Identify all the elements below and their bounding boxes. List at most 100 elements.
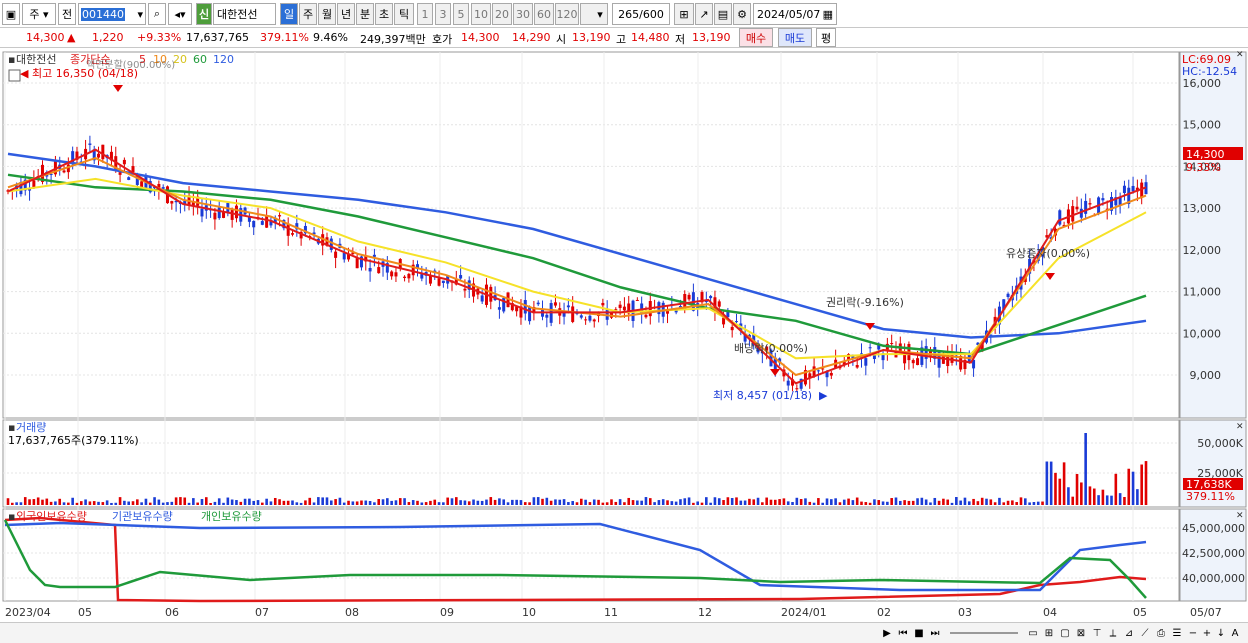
eval-button[interactable]: 평 <box>816 28 836 47</box>
interval-1[interactable]: 1 <box>417 3 433 25</box>
candle-body <box>489 286 493 302</box>
table-icon[interactable] <box>8 69 21 82</box>
volume-bar <box>890 498 893 505</box>
candle-body <box>355 258 359 269</box>
price-close-icon[interactable]: ✕ <box>1236 50 1244 60</box>
speaker-icon[interactable]: ◂▾ <box>168 3 192 25</box>
chart-tools-icon[interactable]: ⊞ <box>674 3 694 25</box>
volume-close-icon[interactable]: ✕ <box>1236 422 1244 432</box>
print-icon[interactable]: ⎙ <box>1154 626 1168 640</box>
code-input[interactable]: 001440 ▾ <box>78 3 146 25</box>
interval-5[interactable]: 5 <box>453 3 469 25</box>
candle-body <box>1075 206 1079 210</box>
volume-bar <box>166 502 169 505</box>
volume-bar <box>58 498 62 505</box>
period-second[interactable]: 초 <box>375 3 393 25</box>
volume-bar <box>222 502 225 505</box>
candle-body <box>868 347 872 349</box>
last-icon[interactable]: ⏭ <box>928 626 942 640</box>
measure-icon[interactable]: ⟂ <box>1106 626 1120 640</box>
zoom-slider[interactable] <box>950 632 1018 634</box>
market-select[interactable]: 주 ▾ <box>22 3 56 25</box>
layout-icon[interactable]: ▭ <box>1026 626 1040 640</box>
volume-bar <box>209 502 212 505</box>
period-day[interactable]: 일 <box>280 3 298 25</box>
volume-bar <box>437 502 441 505</box>
candle-body <box>252 220 256 228</box>
price-axis <box>1179 51 1247 419</box>
volume-bar <box>41 499 44 505</box>
volume-bar <box>67 502 70 505</box>
volume-bar <box>804 498 807 505</box>
search-icon[interactable]: ⌕ <box>148 3 166 25</box>
window-icon[interactable]: ▣ <box>2 3 20 25</box>
volume-bar <box>312 502 316 505</box>
interval-10[interactable]: 10 <box>471 3 491 25</box>
volume-bar <box>368 501 372 505</box>
buy-button[interactable]: 매수 <box>739 28 773 47</box>
font-size-icon[interactable]: A <box>1228 626 1242 640</box>
gear-icon[interactable]: ⚙ <box>733 3 751 25</box>
interval-3[interactable]: 3 <box>435 3 451 25</box>
candle-body <box>403 276 407 278</box>
zoom-in-icon[interactable]: + <box>1200 626 1214 640</box>
period-minute[interactable]: 분 <box>356 3 374 25</box>
candle-body <box>911 360 915 364</box>
volume-bar <box>756 497 760 505</box>
interval-20[interactable]: 20 <box>492 3 512 25</box>
period-month[interactable]: 월 <box>318 3 336 25</box>
volume-bar <box>1058 478 1062 505</box>
draw-icon[interactable]: ↗ <box>695 3 713 25</box>
volume-bar <box>528 502 531 505</box>
arrow-down-icon[interactable]: ↓ <box>1214 626 1228 640</box>
volume-bar <box>592 499 596 505</box>
volume-bar <box>782 498 786 505</box>
interval-dropdown[interactable]: ▾ <box>580 3 608 25</box>
volume-bar <box>907 500 911 505</box>
grid-icon[interactable]: ⊞ <box>1042 626 1056 640</box>
list-icon[interactable]: ☰ <box>1170 626 1184 640</box>
save-icon[interactable]: ▤ <box>714 3 732 25</box>
volume-bar <box>1002 502 1006 505</box>
interval-30[interactable]: 30 <box>513 3 533 25</box>
volume-bar <box>1105 495 1109 505</box>
date-field[interactable]: 2024/05/07 ▦ <box>753 3 837 25</box>
legend-square-icon: ▪ <box>8 510 15 523</box>
volume-bar <box>381 499 385 505</box>
sell-button[interactable]: 매도 <box>778 28 812 47</box>
volume-bar <box>161 502 165 505</box>
window-icon[interactable]: ▢ <box>1058 626 1072 640</box>
price-panel-square-icon: ▪ <box>8 53 15 66</box>
volume-bar <box>1049 461 1053 505</box>
candle-body <box>342 253 346 260</box>
ruler-icon[interactable]: ⊿ <box>1122 626 1136 640</box>
scope-button[interactable]: 전 <box>58 3 76 25</box>
tile-icon[interactable]: ⊠ <box>1074 626 1088 640</box>
period-week[interactable]: 주 <box>299 3 317 25</box>
volume-bar <box>614 501 618 505</box>
volume-bar <box>605 502 609 505</box>
volume-bar <box>394 500 398 505</box>
volume-bar <box>1097 495 1100 505</box>
first-icon[interactable]: ⏮ <box>896 626 910 640</box>
candle-body <box>622 306 626 311</box>
zoom-out-icon[interactable]: − <box>1186 626 1200 640</box>
volume-bar <box>1092 488 1096 505</box>
stop-icon[interactable]: ■ <box>912 626 926 640</box>
scroll-right-icon[interactable]: ▶ <box>880 626 894 640</box>
candle-body <box>528 306 532 322</box>
period-year[interactable]: 년 <box>337 3 355 25</box>
period-tick[interactable]: 틱 <box>394 3 414 25</box>
turnover: 9.46% <box>313 31 348 44</box>
interval-60[interactable]: 60 <box>534 3 554 25</box>
pin-icon[interactable]: ⊤ <box>1090 626 1104 640</box>
count-field[interactable]: 265/600 <box>612 3 670 25</box>
holdings-close-icon[interactable]: ✕ <box>1236 511 1244 521</box>
volume-bar <box>666 500 669 505</box>
volume-bar <box>1015 502 1018 505</box>
x-tick-label: 08 <box>345 606 359 619</box>
trend-icon[interactable]: ⟋ <box>1138 626 1152 640</box>
interval-120[interactable]: 120 <box>555 3 579 25</box>
volume-bar <box>347 500 350 505</box>
candle-body <box>62 170 66 173</box>
